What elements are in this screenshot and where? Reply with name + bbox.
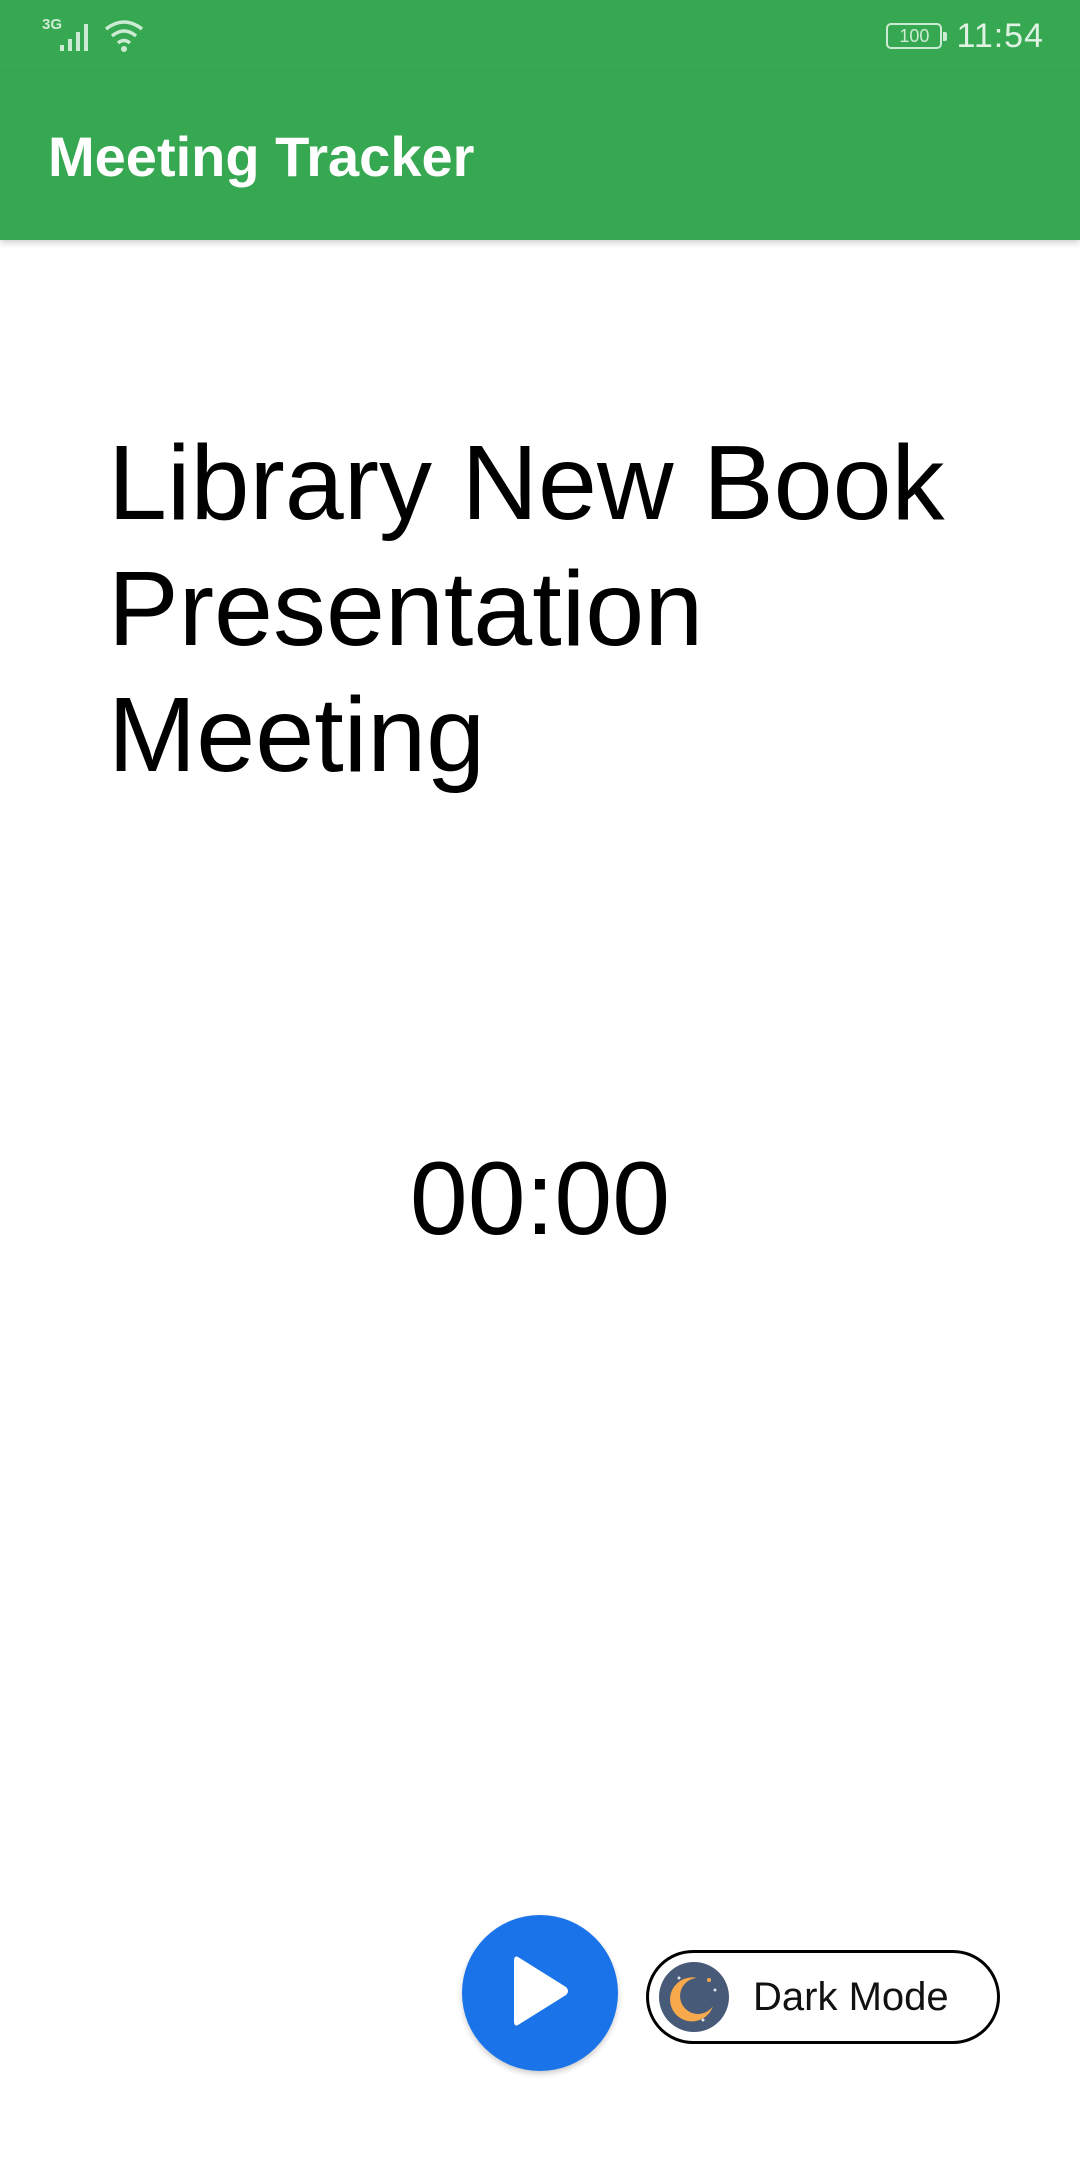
play-icon [508,1951,572,2036]
app-title: Meeting Tracker [48,125,475,188]
battery-icon: 100 [886,23,948,49]
meeting-timer: 00:00 [409,1141,671,1257]
play-button[interactable] [462,1915,618,2071]
wifi-icon [102,17,146,58]
status-icons-right: 100 11:54 [886,14,1044,58]
status-icons-left [42,14,146,58]
meeting-title: Library New Book Presentation Meeting [108,424,945,794]
app-bar: Meeting Tracker [0,72,1080,240]
battery-level: 100 [899,25,930,46]
screen: 3G 100 11:54 Meeting Tracker Library New… [0,0,1080,2160]
status-bar: 3G 100 11:54 [0,0,1080,72]
signal-icon [58,19,92,58]
dark-mode-label: Dark Mode [753,1974,949,2019]
dark-mode-toggle[interactable]: Dark Mode [646,1950,1000,2044]
moon-icon [659,1962,729,2032]
status-time: 11:54 [956,16,1044,55]
